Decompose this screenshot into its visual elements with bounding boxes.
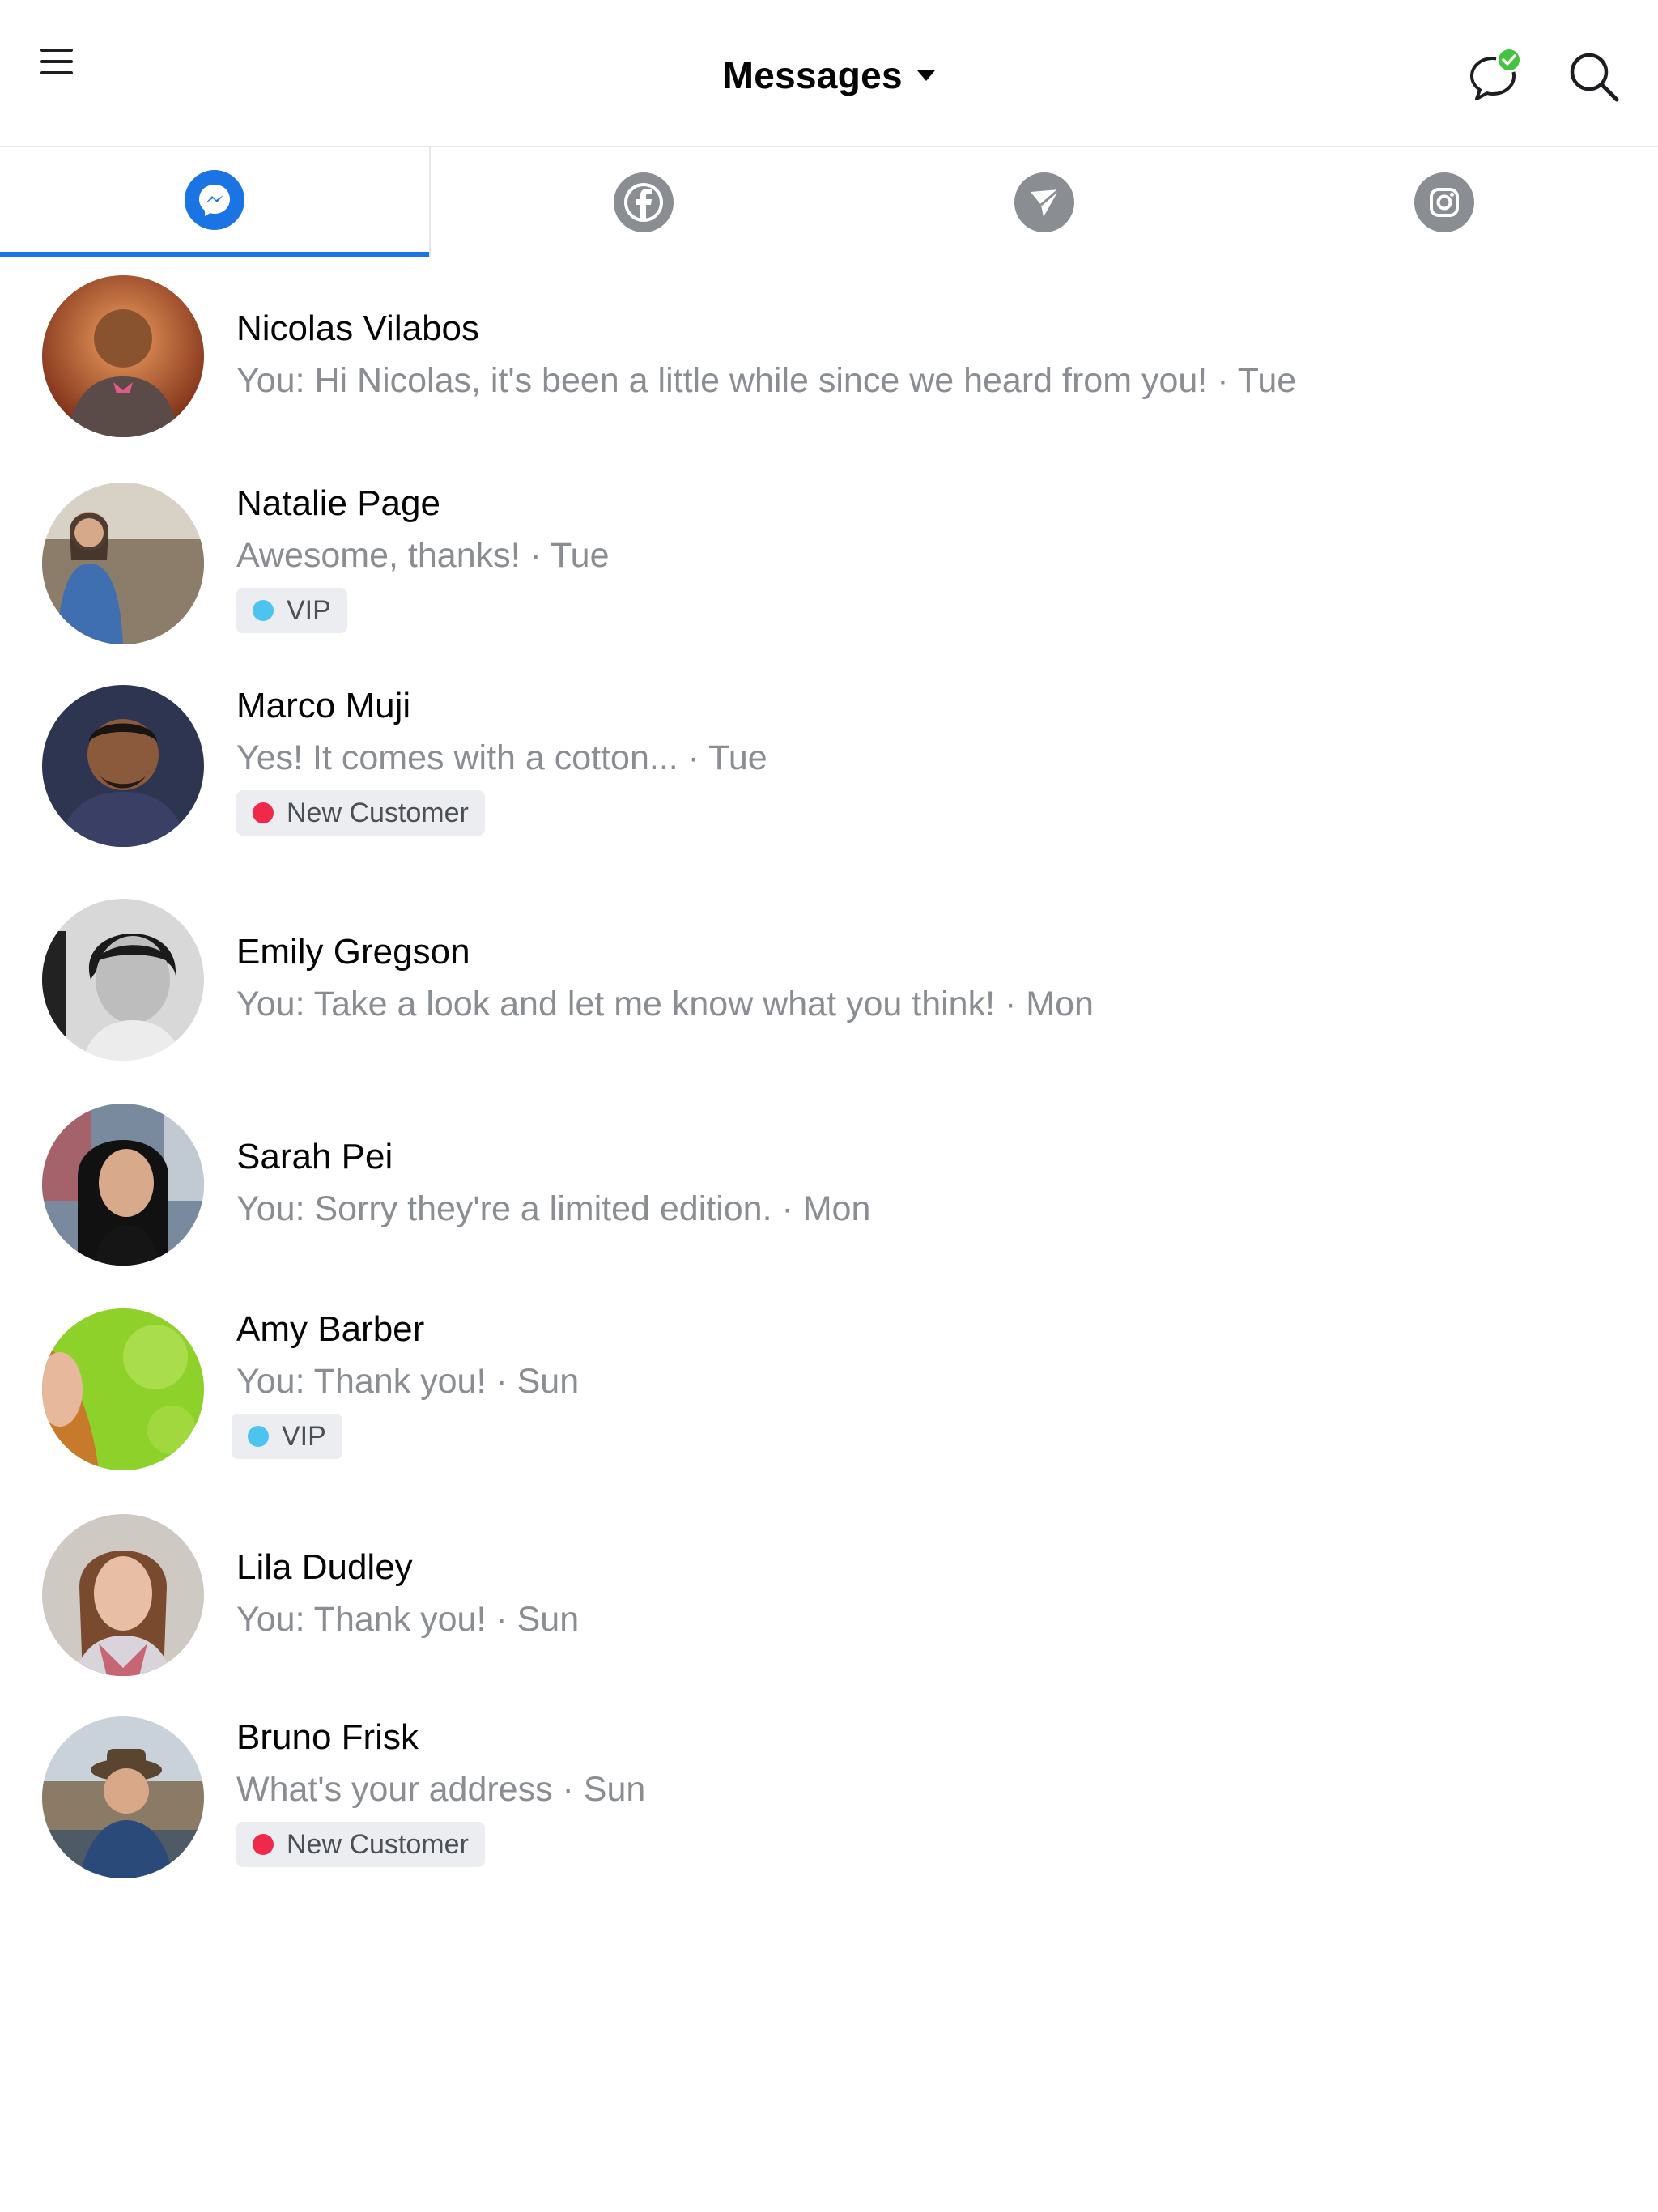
mailbox-selector[interactable]: Messages xyxy=(0,53,1658,97)
instagram-icon xyxy=(1414,172,1474,232)
facebook-icon xyxy=(614,172,674,232)
avatar xyxy=(42,899,204,1061)
tab-messenger[interactable] xyxy=(0,147,429,257)
chat-bubble-check-icon[interactable] xyxy=(1467,45,1525,104)
tab-instagram[interactable] xyxy=(1231,147,1658,257)
conversation-row[interactable]: Emily Gregson You: Take a look and let m… xyxy=(0,899,1658,1061)
avatar xyxy=(42,1514,204,1676)
message-preview: You: Sorry they're a limited edition. · … xyxy=(236,1189,871,1228)
status-badge[interactable]: New Customer xyxy=(236,1822,485,1867)
avatar xyxy=(42,1716,204,1878)
conversation-row[interactable]: Natalie Page Awesome, thanks! · Tue VIP xyxy=(0,483,1658,644)
conversation-row[interactable]: Sarah Pei You: Sorry they're a limited e… xyxy=(0,1104,1658,1266)
tab-direct[interactable] xyxy=(858,147,1231,257)
status-badge[interactable]: New Customer xyxy=(236,790,485,836)
caret-down-icon xyxy=(917,70,936,81)
tab-facebook[interactable] xyxy=(429,147,858,257)
contact-name: Marco Muji xyxy=(236,686,411,725)
new-customer-dot-icon xyxy=(253,1834,274,1855)
status-badge[interactable]: VIP xyxy=(232,1414,342,1459)
direct-send-icon xyxy=(1014,172,1074,232)
search-icon[interactable] xyxy=(1566,49,1622,105)
new-customer-dot-icon xyxy=(253,802,274,823)
message-preview: What's your address · Sun xyxy=(236,1770,646,1809)
contact-name: Bruno Frisk xyxy=(236,1717,419,1757)
contact-name: Amy Barber xyxy=(236,1309,425,1349)
contact-name: Sarah Pei xyxy=(236,1137,393,1176)
avatar xyxy=(42,685,204,847)
contact-name: Natalie Page xyxy=(236,483,440,523)
channel-tabs xyxy=(0,147,1658,257)
vip-dot-icon xyxy=(248,1426,269,1447)
message-preview: Awesome, thanks! · Tue xyxy=(236,536,610,575)
badge-label: New Customer xyxy=(287,1828,469,1860)
badge-label: New Customer xyxy=(287,797,469,828)
message-preview: Yes! It comes with a cotton... · Tue xyxy=(236,738,767,777)
avatar xyxy=(42,275,204,437)
message-preview: You: Thank you! · Sun xyxy=(236,1600,580,1639)
avatar xyxy=(42,483,204,644)
contact-name: Lila Dudley xyxy=(236,1547,413,1587)
badge-label: VIP xyxy=(282,1420,326,1452)
avatar xyxy=(42,1104,204,1266)
conversation-row[interactable]: Nicolas Vilabos You: Hi Nicolas, it's be… xyxy=(0,275,1658,437)
message-preview: You: Hi Nicolas, it's been a little whil… xyxy=(236,361,1297,400)
conversation-row[interactable]: Amy Barber You: Thank you! · Sun VIP xyxy=(0,1308,1658,1470)
message-preview: You: Thank you! · Sun xyxy=(236,1362,580,1401)
page-title: Messages xyxy=(722,54,903,96)
avatar xyxy=(42,1308,204,1470)
status-badge[interactable]: VIP xyxy=(236,588,347,633)
conversation-row[interactable]: Lila Dudley You: Thank you! · Sun xyxy=(0,1514,1658,1676)
vip-dot-icon xyxy=(253,600,274,621)
messenger-icon xyxy=(185,169,244,230)
message-preview: You: Take a look and let me know what yo… xyxy=(236,985,1094,1023)
top-bar: Messages xyxy=(0,0,1658,147)
conversation-row[interactable]: Bruno Frisk What's your address · Sun Ne… xyxy=(0,1716,1658,1878)
badge-label: VIP xyxy=(287,594,331,626)
contact-name: Emily Gregson xyxy=(236,932,470,972)
conversation-row[interactable]: Marco Muji Yes! It comes with a cotton..… xyxy=(0,685,1658,847)
contact-name: Nicolas Vilabos xyxy=(236,308,480,348)
